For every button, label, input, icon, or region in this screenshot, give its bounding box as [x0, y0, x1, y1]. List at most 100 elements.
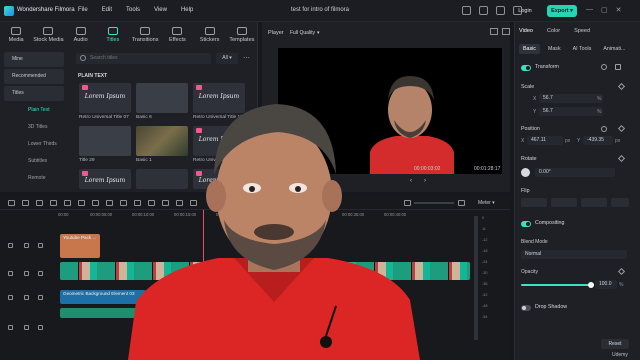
delete-icon[interactable]: [64, 200, 71, 206]
redo-icon[interactable]: [50, 200, 57, 206]
meter-dropdown[interactable]: Meter ▾: [478, 200, 495, 206]
select-icon[interactable]: [22, 200, 29, 206]
snapshot-icon[interactable]: [490, 28, 498, 35]
title-thumbnail[interactable]: Lorem Ipsum: [79, 169, 131, 189]
gift-icon[interactable]: [496, 6, 505, 15]
speaker-icon[interactable]: [38, 325, 43, 330]
title-thumbnail[interactable]: Lorem Ipsum: [79, 83, 131, 113]
title-clip[interactable]: Youtube Pack ...: [60, 234, 100, 258]
category-titles[interactable]: Titles: [4, 86, 64, 101]
section-plain-text-label: PLAIN TEXT: [78, 73, 108, 79]
tab-stock-media[interactable]: Stock Media: [32, 24, 64, 48]
lock-icon[interactable]: [24, 295, 29, 300]
undo-icon[interactable]: [36, 200, 43, 206]
category-recommended[interactable]: Recommended: [4, 69, 64, 84]
menu-help[interactable]: Help: [181, 7, 193, 13]
category-plain-text[interactable]: Plain Text: [4, 103, 64, 118]
keyframe-icon[interactable]: [617, 82, 626, 91]
maximize-icon[interactable]: ▢: [601, 6, 608, 14]
menu-file[interactable]: File: [78, 7, 88, 13]
reset-icon[interactable]: [601, 64, 607, 70]
minimize-icon[interactable]: —: [586, 6, 593, 14]
lock-icon[interactable]: [24, 243, 29, 248]
filter-select[interactable]: All ▾: [216, 53, 238, 64]
tab-titles[interactable]: Titles: [97, 24, 129, 48]
opacity-slider-knob[interactable]: [588, 282, 594, 288]
menu-edit[interactable]: Edit: [102, 7, 112, 13]
subtab-mask[interactable]: Mask: [544, 44, 565, 54]
flip-horizontal-button[interactable]: [521, 198, 547, 207]
scale-y-field[interactable]: 56.7: [539, 107, 603, 116]
rotate-dial[interactable]: [521, 168, 530, 177]
tab-speed[interactable]: Speed: [574, 28, 590, 34]
subtab-animation[interactable]: Animati...: [599, 44, 629, 54]
keyframe-icon[interactable]: [617, 154, 626, 163]
rotate-field[interactable]: 0.00°: [535, 168, 615, 177]
eye-icon[interactable]: [38, 271, 43, 276]
subtab-basic[interactable]: Basic: [519, 44, 540, 54]
title-bar: Wondershare Filmora File Edit Tools View…: [0, 0, 640, 22]
lock-icon[interactable]: [24, 271, 29, 276]
tab-templates[interactable]: Templates: [226, 24, 258, 48]
tab-audio[interactable]: Audio: [65, 24, 97, 48]
layout-icon[interactable]: [462, 6, 471, 15]
zoom-in-icon[interactable]: [458, 200, 465, 206]
tab-effects[interactable]: Effects: [161, 24, 193, 48]
split-icon[interactable]: [92, 200, 99, 206]
category-remote[interactable]: Remote: [4, 171, 64, 186]
scale-x-field[interactable]: 56.7: [539, 94, 603, 103]
transform-toggle[interactable]: [521, 65, 531, 71]
display-icon[interactable]: [502, 28, 510, 35]
eye-icon[interactable]: [38, 243, 43, 248]
opacity-field[interactable]: 100.0: [595, 280, 617, 289]
title-thumbnail[interactable]: [79, 126, 131, 156]
fullscreen-icon[interactable]: [479, 6, 488, 15]
search-input[interactable]: [90, 55, 200, 61]
eye-icon[interactable]: [38, 295, 43, 300]
track-header-title: [4, 238, 56, 256]
reset-button[interactable]: Reset: [601, 339, 629, 349]
quality-select[interactable]: Full Quality: [290, 28, 326, 38]
tab-stickers[interactable]: Stickers: [194, 24, 226, 48]
blend-mode-select[interactable]: Normal: [521, 250, 627, 259]
tab-video[interactable]: Video: [519, 28, 533, 34]
flip-more-button[interactable]: [611, 198, 629, 207]
login-button[interactable]: Login: [514, 6, 536, 16]
player-label: Player: [268, 30, 284, 36]
category-lower-thirds[interactable]: Lower Thirds: [4, 137, 64, 152]
keyframe-icon[interactable]: [617, 267, 626, 276]
subtab-ai-tools[interactable]: AI Tools: [569, 44, 596, 54]
category-mine[interactable]: Mine: [4, 52, 64, 67]
tab-media[interactable]: Media: [0, 24, 32, 48]
more-icon[interactable]: ⋯: [243, 54, 250, 62]
flip-rotate-button[interactable]: [581, 198, 607, 207]
text-icon[interactable]: [120, 200, 127, 206]
close-icon[interactable]: ✕: [616, 6, 622, 14]
position-x-field[interactable]: 467.11: [527, 136, 563, 145]
premium-gem-icon: [196, 85, 202, 90]
flip-vertical-button[interactable]: [551, 198, 577, 207]
crop-icon[interactable]: [106, 200, 113, 206]
video-track-icon: [8, 295, 13, 300]
zoom-slider[interactable]: [414, 202, 454, 204]
opacity-slider[interactable]: [521, 284, 591, 286]
position-y-field[interactable]: -439.35: [583, 136, 613, 145]
category-subtitles[interactable]: Subtitles: [4, 154, 64, 169]
play-icon[interactable]: ›: [424, 178, 426, 184]
export-button[interactable]: Export ▾: [547, 5, 577, 17]
lock-icon[interactable]: [24, 325, 29, 330]
compositing-toggle[interactable]: [521, 221, 531, 227]
menu-view[interactable]: View: [154, 7, 167, 13]
drop-shadow-toggle[interactable]: [521, 305, 531, 311]
keyframe-icon[interactable]: [617, 124, 626, 133]
grid-icon[interactable]: [8, 200, 15, 206]
cut-icon[interactable]: [78, 200, 85, 206]
category-3d-titles[interactable]: 3D Titles: [4, 120, 64, 135]
property-tabs: Video Color Speed: [519, 28, 590, 34]
collapse-icon[interactable]: [615, 64, 621, 70]
tab-transitions[interactable]: Transitions: [129, 24, 161, 48]
scale-x-unit: %: [597, 96, 602, 102]
reset-icon[interactable]: [601, 126, 607, 132]
tab-color[interactable]: Color: [547, 28, 560, 34]
menu-tools[interactable]: Tools: [126, 7, 140, 13]
